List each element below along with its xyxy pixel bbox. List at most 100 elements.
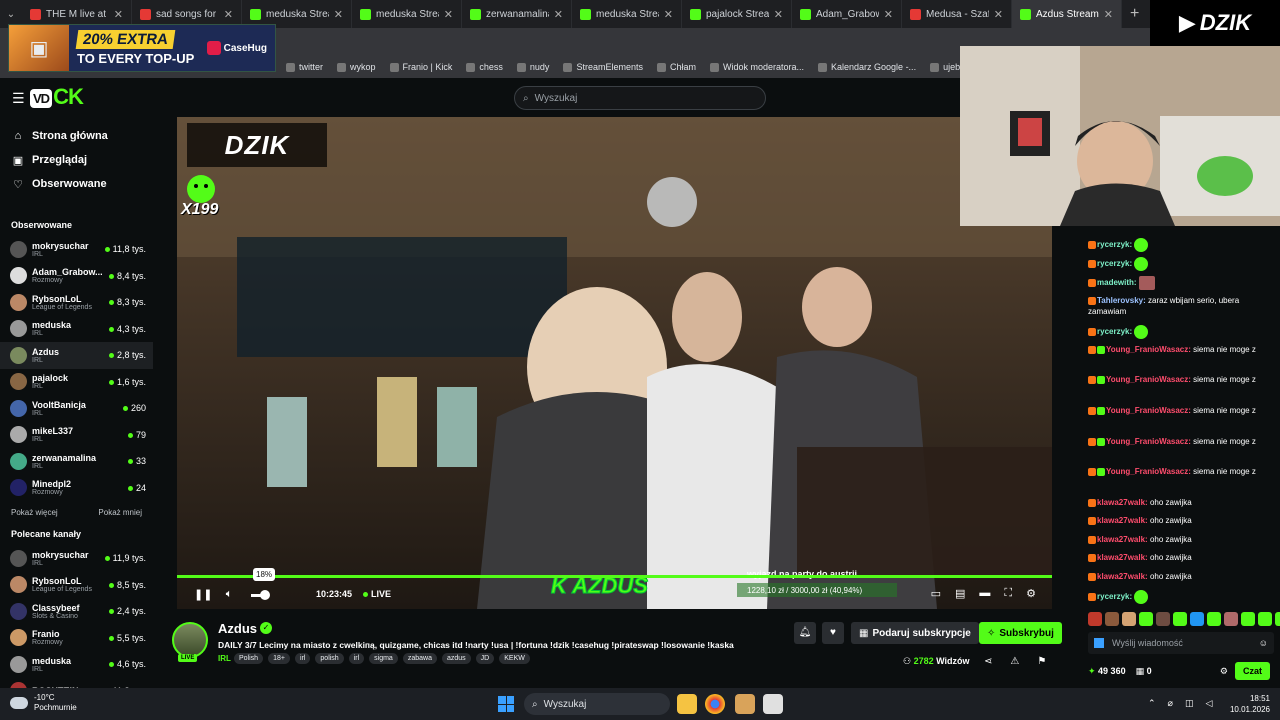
clock[interactable]: 18:51 10.01.2026 bbox=[1230, 693, 1270, 715]
video-player[interactable]: DZIK X199 K AZDUS wyjazd na party do aus… bbox=[177, 117, 1052, 609]
tab-search-icon[interactable]: ⌄ bbox=[0, 9, 22, 20]
points-counter[interactable]: ✦ 49 360 bbox=[1088, 666, 1126, 677]
send-chat-button[interactable]: Czat bbox=[1234, 662, 1270, 680]
stream-tag[interactable]: JD bbox=[475, 653, 495, 664]
search-input[interactable]: ⌕ Wyszukaj bbox=[514, 86, 766, 110]
browser-tab[interactable]: Azdus Stream ✕ bbox=[1012, 0, 1122, 28]
chat-username[interactable]: madewith: bbox=[1097, 278, 1137, 287]
quick-emote-icon[interactable] bbox=[1139, 612, 1153, 626]
quick-emote-icon[interactable] bbox=[1173, 612, 1187, 626]
app-icon[interactable] bbox=[735, 694, 755, 714]
browser-tab[interactable]: meduska Stream ✕ bbox=[572, 0, 682, 28]
gift-sub-button[interactable]: ▦ Podaruj subskrypcje bbox=[851, 622, 979, 644]
chevron-up-icon[interactable]: ⌃ bbox=[1148, 698, 1156, 709]
clip-icon[interactable]: ▤ bbox=[955, 587, 965, 600]
browser-tab[interactable]: meduska Strea ✕ bbox=[352, 0, 462, 28]
notifications-button[interactable]: 🔔︎ bbox=[794, 622, 816, 644]
sidebar-channel[interactable]: RybsonLoL League of Legends 8,3 tys. bbox=[0, 289, 153, 316]
start-button[interactable] bbox=[498, 696, 514, 712]
app-icon-2[interactable] bbox=[763, 694, 783, 714]
quick-emote-icon[interactable] bbox=[1190, 612, 1204, 626]
avatar[interactable] bbox=[172, 622, 208, 658]
chat-username[interactable]: klawa27walk: bbox=[1097, 572, 1148, 581]
chat-username[interactable]: Young_FranioWasacz: bbox=[1106, 437, 1191, 446]
stream-tag[interactable]: azdus bbox=[441, 653, 471, 664]
close-icon[interactable]: ✕ bbox=[444, 8, 453, 21]
chat-username[interactable]: klawa27walk: bbox=[1097, 516, 1148, 525]
sidebar-channel[interactable]: mikeL337 IRL 79 bbox=[0, 422, 153, 449]
settings-icon[interactable]: ⚙ bbox=[1026, 587, 1036, 600]
menu-icon[interactable]: ☰ bbox=[12, 90, 25, 107]
explorer-icon[interactable] bbox=[677, 694, 697, 714]
quick-emote-icon[interactable] bbox=[1258, 612, 1272, 626]
chat-username[interactable]: Young_FranioWasacz: bbox=[1106, 406, 1191, 415]
chrome-icon[interactable] bbox=[705, 694, 725, 714]
browser-tab[interactable]: Medusa - Szafa (p ✕ bbox=[902, 0, 1012, 28]
quick-emote-icon[interactable] bbox=[1088, 612, 1102, 626]
sidebar-channel[interactable]: Minedpl2 Rozmowy 24 bbox=[0, 475, 153, 502]
fullscreen-icon[interactable]: ⛶ bbox=[1004, 587, 1012, 600]
bookmark[interactable]: Widok moderatora... bbox=[709, 62, 804, 72]
volume-knob[interactable] bbox=[260, 590, 270, 600]
share-icon[interactable]: ⋖ bbox=[984, 656, 992, 667]
progress-bar[interactable] bbox=[177, 575, 1052, 578]
close-icon[interactable]: ✕ bbox=[664, 8, 673, 21]
sidebar-channel[interactable]: VooltBanicja IRL 260 bbox=[0, 395, 153, 422]
close-icon[interactable]: ✕ bbox=[774, 8, 783, 21]
pause-icon[interactable]: ❚❚ bbox=[194, 588, 212, 601]
stream-tag[interactable]: zabawa bbox=[402, 653, 437, 664]
theatre-icon[interactable]: ▬ bbox=[979, 587, 990, 600]
sidebar-channel[interactable]: meduska IRL 4,3 tys. bbox=[0, 316, 153, 343]
sidebar-channel[interactable]: Classybeef Slots & Casino 2,4 tys. bbox=[0, 598, 153, 625]
casehug-ad-banner[interactable]: ▣ 20% EXTRA TO EVERY TOP-UP CaseHug bbox=[8, 24, 276, 72]
mic-icon[interactable]: ⌀ bbox=[1168, 698, 1173, 709]
sidebar-channel[interactable]: Azdus IRL 2,8 tys. bbox=[0, 342, 153, 369]
stream-category[interactable]: IRL bbox=[218, 654, 231, 663]
chat-settings-icon[interactable]: ⚙ bbox=[1220, 666, 1228, 677]
sidebar-channel[interactable]: meduska IRL 4,6 tys. bbox=[0, 651, 153, 678]
bookmark[interactable]: Chłam bbox=[656, 62, 696, 72]
nav-item[interactable]: ♡ Obserwowane bbox=[0, 172, 153, 196]
chat-username[interactable]: rycerzyk: bbox=[1097, 327, 1132, 336]
stream-tag[interactable]: KEKW bbox=[499, 653, 530, 664]
stream-tag[interactable]: irl bbox=[294, 653, 311, 664]
bookmark[interactable]: Franio | Kick bbox=[389, 62, 452, 72]
pip-icon[interactable]: ▭ bbox=[931, 587, 941, 600]
report-icon[interactable]: ⚠ bbox=[1010, 656, 1019, 667]
bookmark[interactable]: nudy bbox=[516, 62, 549, 72]
weather-widget[interactable]: -10°C Pochmurnie bbox=[10, 693, 77, 713]
sidebar-channel[interactable]: zerwanamalina IRL 33 bbox=[0, 448, 153, 475]
chat-username[interactable]: rycerzyk: bbox=[1097, 592, 1132, 601]
streamer-name[interactable]: Azdus bbox=[218, 621, 257, 636]
chat-username[interactable]: rycerzyk: bbox=[1097, 259, 1132, 268]
close-icon[interactable]: ✕ bbox=[994, 8, 1003, 21]
taskbar-search[interactable]: ⌕ Wyszukaj bbox=[524, 693, 670, 715]
chat-input[interactable]: Wyślij wiadomość ☺ bbox=[1088, 632, 1274, 654]
browser-tab[interactable]: pajalock Stream - ✕ bbox=[682, 0, 792, 28]
nav-item[interactable]: ▣ Przeglądaj bbox=[0, 148, 153, 172]
mod-icon[interactable]: ⚑ bbox=[1037, 656, 1046, 667]
show-less-link[interactable]: Pokaż mniej bbox=[98, 508, 142, 517]
quick-emote-icon[interactable] bbox=[1122, 612, 1136, 626]
stream-tag[interactable]: Polish bbox=[234, 653, 264, 664]
show-more-link[interactable]: Pokaż więcej bbox=[11, 508, 58, 517]
sidebar-channel[interactable]: RybsonLoL League of Legends 8,5 tys. bbox=[0, 572, 153, 599]
bookmark[interactable]: twitter bbox=[286, 62, 323, 72]
follow-button[interactable]: ♥ bbox=[822, 622, 844, 644]
browser-tab[interactable]: zerwanamalina St ✕ bbox=[462, 0, 572, 28]
sidebar-channel[interactable]: mokrysuchar IRL 11,9 tys. bbox=[0, 545, 153, 572]
volume-icon[interactable]: 🔈︎ bbox=[221, 588, 237, 601]
chat-username[interactable]: Young_FranioWasacz: bbox=[1106, 375, 1191, 384]
close-icon[interactable]: ✕ bbox=[334, 8, 343, 21]
quick-emote-icon[interactable] bbox=[1156, 612, 1170, 626]
network-icon[interactable]: ◫ bbox=[1185, 698, 1194, 709]
stream-tag[interactable]: irl bbox=[348, 653, 365, 664]
chat-username[interactable]: klawa27walk: bbox=[1097, 553, 1148, 562]
chat-username[interactable]: Young_FranioWasacz: bbox=[1106, 345, 1191, 354]
quick-emote-icon[interactable] bbox=[1241, 612, 1255, 626]
subscribe-button[interactable]: ✧ Subskrybuj bbox=[979, 622, 1062, 644]
bookmark[interactable]: StreamElements bbox=[563, 62, 643, 72]
chat-username[interactable]: Tahlerovsky: bbox=[1097, 296, 1146, 305]
bookmark[interactable]: wykop bbox=[337, 62, 376, 72]
close-icon[interactable]: ✕ bbox=[224, 8, 233, 21]
